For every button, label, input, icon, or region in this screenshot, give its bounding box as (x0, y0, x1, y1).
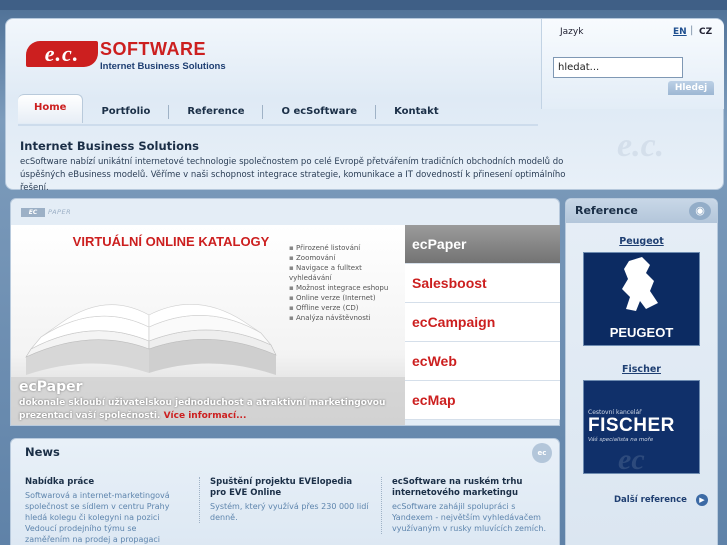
intro-title: Internet Business Solutions (20, 139, 200, 153)
eye-icon: ◉ (689, 202, 711, 220)
promo-feature: Offline verze (CD) (289, 303, 405, 313)
nav-about[interactable]: O ecSoftware (262, 105, 375, 119)
fischer-wordmark: FISCHER (588, 415, 675, 436)
promo-banner[interactable]: VIRTUÁLNÍ ONLINE KATALOGY Přirozené list… (11, 225, 405, 425)
product-tabs: ecPaper Salesboost ecCampaign ecWeb ecMa… (405, 225, 560, 425)
nav-reference[interactable]: Reference (168, 105, 262, 119)
product-showcase: EC PAPER VIRTUÁLNÍ ONLINE KATALOGY Přiro… (10, 198, 560, 426)
ecpaper-logo: EC PAPER (21, 207, 71, 217)
fischer-ec-watermark: ec (618, 443, 645, 476)
peugeot-logo[interactable]: PEUGEOT (583, 252, 700, 346)
promo-feature: Online verze (Internet) (289, 293, 405, 303)
top-strip (0, 0, 727, 10)
logo-name: SOFTWARE (100, 39, 206, 59)
promo-feature: Zoomování (289, 253, 405, 263)
product-tab-eccampaign[interactable]: ecCampaign (405, 303, 560, 342)
promo-description: dokonale skloubí uživatelskou jednoducho… (19, 397, 399, 423)
language-en-link[interactable]: EN (673, 27, 687, 37)
fischer-logo[interactable]: ec Cestovní kancelář FISCHER Váš special… (583, 380, 700, 476)
arrow-right-icon[interactable]: ▶ (696, 494, 708, 506)
language-label: Jazyk (560, 27, 584, 37)
search-input[interactable] (553, 57, 683, 78)
news-item[interactable]: ecSoftware na ruském trhu internetového … (381, 477, 553, 534)
open-book-image (25, 304, 277, 375)
promo-feature: Přirozené listování (289, 243, 405, 253)
product-tab-ecpaper[interactable]: ecPaper (405, 225, 560, 264)
product-tab-ecweb[interactable]: ecWeb (405, 342, 560, 381)
news-item-text: Systém, který využívá přes 230 000 lidí … (210, 502, 369, 522)
intro-text: ecSoftware nabízí unikátní internetové t… (20, 157, 566, 193)
logo-badge: e.c. (26, 41, 98, 67)
promo-caption: ecPaper dokonale skloubí uživatelskou je… (11, 377, 405, 425)
news-panel: News ec Nabídka práce Softwarová a inter… (10, 438, 560, 545)
lion-icon (622, 257, 658, 311)
header: e.c. SOFTWARE Internet Business Solution… (5, 18, 724, 193)
promo-feature: Analýza návštěvnosti (289, 313, 405, 323)
more-references-link[interactable]: Další reference (614, 495, 687, 505)
nav-portfolio[interactable]: Portfolio (83, 105, 168, 119)
news-item-title[interactable]: ecSoftware na ruském trhu internetového … (392, 477, 553, 499)
promo-feature: Možnost integrace eshopu (289, 283, 405, 293)
fischer-tagline: Váš specialista na moře (588, 437, 654, 443)
news-title: News (25, 445, 60, 459)
peugeot-wordmark: PEUGEOT (609, 325, 674, 340)
news-item-text: ecSoftware zahájil spolupráci s Yandexem… (392, 502, 546, 533)
main-nav: Home Portfolio Reference O ecSoftware Ko… (18, 93, 538, 127)
promo-feature-list: Přirozené listování Zoomování Navigace a… (289, 243, 405, 323)
promo-feature: Navigace a fulltext vyhledávání (289, 263, 405, 283)
ecpaper-word: PAPER (48, 208, 72, 216)
ec-watermark: e.c. (617, 127, 665, 164)
search-button[interactable]: Hledej (668, 81, 714, 95)
reference-name-peugeot[interactable]: Peugeot (566, 236, 717, 247)
references-panel: Reference ◉ Peugeot PEUGEOT Fischer ec C… (565, 198, 718, 545)
more-info-link[interactable]: Více informací... (164, 411, 247, 421)
news-item[interactable]: Nabídka práce Softwarová a internet-mark… (25, 477, 185, 545)
language-separator: | (690, 25, 694, 36)
references-title: Reference (575, 204, 638, 217)
news-item-title[interactable]: Spuštění projektu EVElopedia pro EVE Onl… (210, 477, 371, 499)
product-tab-ecmap[interactable]: ecMap (405, 381, 560, 420)
logo-tagline: Internet Business Solutions (100, 61, 226, 72)
logo[interactable]: e.c. SOFTWARE Internet Business Solution… (26, 39, 226, 87)
news-item[interactable]: Spuštění projektu EVElopedia pro EVE Onl… (199, 477, 371, 523)
ecpaper-badge: EC (21, 207, 45, 217)
reference-name-fischer[interactable]: Fischer (566, 364, 717, 375)
intro: Internet Business Solutions ecSoftware n… (20, 139, 580, 195)
promo-headline: VIRTUÁLNÍ ONLINE KATALOGY (72, 234, 270, 249)
nav-home[interactable]: Home (18, 93, 84, 123)
language-search-box: Jazyk EN | CZ Hledej (541, 19, 724, 109)
ec-badge-icon: ec (532, 443, 552, 463)
language-cz-link[interactable]: CZ (699, 27, 712, 37)
promo-title: ecPaper (19, 379, 83, 395)
references-header: Reference ◉ (566, 199, 717, 223)
product-tab-salesboost[interactable]: Salesboost (405, 264, 560, 303)
nav-contact[interactable]: Kontakt (375, 105, 457, 119)
news-item-title[interactable]: Nabídka práce (25, 477, 177, 488)
news-item-text: Softwarová a internet-marketingová spole… (25, 491, 170, 544)
